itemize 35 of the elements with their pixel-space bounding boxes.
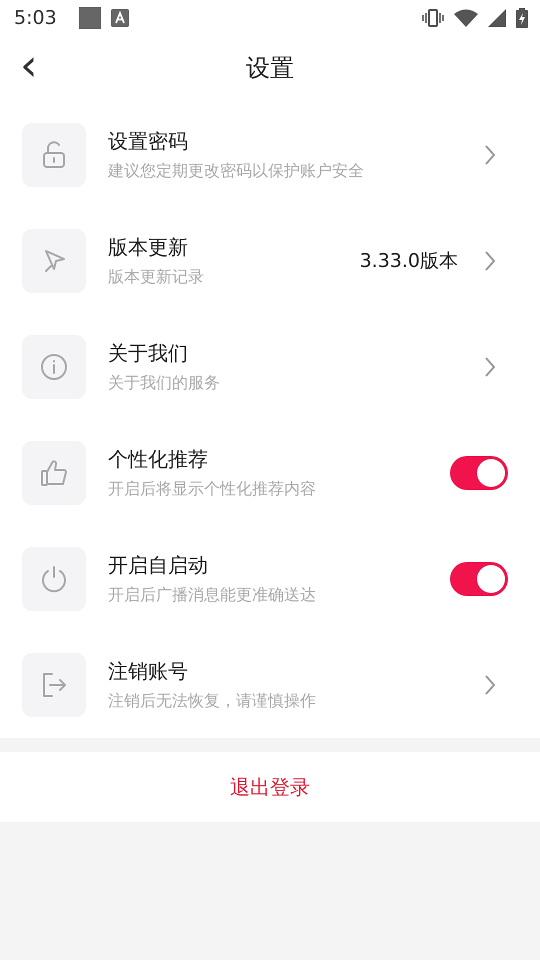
info-icon xyxy=(22,335,86,399)
version-value: 3.33.0版本 xyxy=(360,249,458,274)
item-title: 注销账号 xyxy=(108,658,189,685)
chevron-right-icon[interactable] xyxy=(484,356,496,378)
notification-square-icon xyxy=(78,7,101,29)
wifi-icon xyxy=(454,9,478,27)
notification-app-icon xyxy=(110,9,129,27)
logout-button[interactable]: 退出登录 xyxy=(0,752,540,822)
chevron-right-icon[interactable] xyxy=(484,250,496,272)
signal-icon xyxy=(488,9,506,27)
item-subtitle: 版本更新记录 xyxy=(108,267,205,288)
item-subtitle: 开启后将显示个性化推荐内容 xyxy=(108,479,317,500)
vibrate-icon xyxy=(422,9,444,27)
power-icon xyxy=(22,547,86,611)
item-subtitle: 注销后无法恢复，请谨慎操作 xyxy=(108,691,317,712)
item-title: 版本更新 xyxy=(108,234,189,261)
battery-icon xyxy=(516,8,528,28)
back-button[interactable]: ‹ xyxy=(14,44,44,88)
status-time: 5:03 xyxy=(14,7,57,29)
item-title: 个性化推荐 xyxy=(108,446,209,473)
item-title: 开启自启动 xyxy=(108,552,209,579)
item-title: 设置密码 xyxy=(108,128,189,155)
lock-icon xyxy=(22,123,86,187)
toggle-switch[interactable] xyxy=(450,562,508,596)
page-title: 设置 xyxy=(246,53,294,84)
chevron-right-icon[interactable] xyxy=(484,674,496,696)
thumbs-up-icon xyxy=(22,441,86,505)
item-title: 关于我们 xyxy=(108,340,189,367)
toggle-switch[interactable] xyxy=(450,456,508,490)
item-subtitle: 开启后广播消息能更准确送达 xyxy=(108,585,317,606)
exit-icon xyxy=(22,653,86,717)
paper-plane-icon xyxy=(22,229,86,293)
item-subtitle: 建议您定期更改密码以保护账户安全 xyxy=(108,161,365,182)
item-subtitle: 关于我们的服务 xyxy=(108,373,221,394)
chevron-right-icon[interactable] xyxy=(484,144,496,166)
